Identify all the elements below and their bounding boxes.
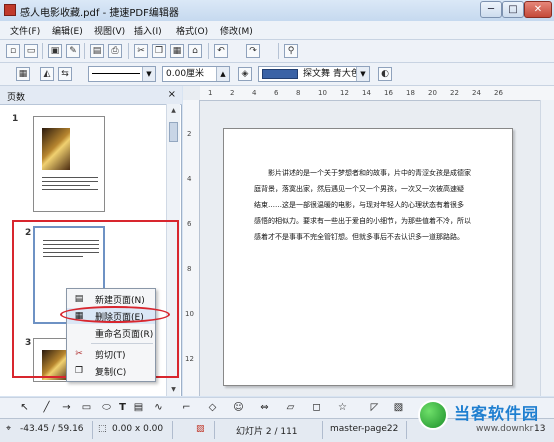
- curve-tool-icon[interactable]: ∿: [152, 401, 165, 414]
- points-icon[interactable]: ◸: [368, 401, 381, 414]
- new-page-icon: ▤: [74, 294, 84, 304]
- image-icon[interactable]: ▧: [392, 401, 405, 414]
- rename-icon: [73, 327, 85, 339]
- cursor-position: -43.45 / 59.16: [20, 424, 84, 434]
- menu-file[interactable]: 文件(F): [10, 24, 40, 37]
- menu-cut[interactable]: ✂ 剪切(T): [67, 346, 155, 362]
- open-folder-icon[interactable]: ▭: [24, 44, 38, 58]
- arrow-style-icon[interactable]: ⇆: [58, 67, 72, 81]
- line-style-dropdown[interactable]: ▼: [88, 66, 156, 82]
- close-button[interactable]: ✕: [524, 1, 552, 18]
- menu-view[interactable]: 视图(V): [94, 24, 125, 37]
- save-icon[interactable]: ▣: [48, 44, 62, 58]
- line-width-value: 0.00厘米: [166, 69, 205, 79]
- line-width-field[interactable]: 0.00厘米 ▲: [162, 66, 230, 82]
- copy-icon: ❐: [74, 366, 84, 376]
- watermark: 当客软件园 www.downkr: [416, 398, 554, 441]
- edit-mode-icon[interactable]: ✎: [66, 44, 80, 58]
- doc-line-3: 结束……这是一部很温暖的电影，与现对年轻人的心理状态有着很多: [254, 201, 464, 209]
- maximize-button[interactable]: □: [502, 1, 524, 18]
- pages-panel-title: 页数: [7, 93, 26, 103]
- menu-rename-page[interactable]: 重命名页面(R): [67, 325, 155, 341]
- cut-icon: ✂: [75, 349, 83, 359]
- object-size: 0.00 x 0.00: [112, 424, 164, 434]
- text-tool-icon[interactable]: T: [116, 401, 129, 414]
- callouts-icon[interactable]: ◻: [310, 401, 323, 414]
- horizontal-ruler: 1 2 4 6 8 10 12 14 16 18 20 22 24 26: [200, 86, 554, 101]
- doc-line-2: 庭背景，落寞出家，然后遇见一个又一个男孩，一次又一次被高速疑: [254, 185, 464, 193]
- watermark-logo: [418, 400, 448, 430]
- fill-color-dropdown[interactable]: 探文舞 青大色 2 ▼: [258, 66, 370, 82]
- page-thumbnail-1[interactable]: [33, 116, 105, 212]
- doc-line-5: 感着才不是事事不完全管钉想。但就多事后不去认识多一道那路路。: [254, 233, 464, 241]
- stars-icon[interactable]: ☆: [336, 401, 349, 414]
- window-title: 感人电影收藏.pdf - 捷速PDF编辑器: [20, 8, 179, 19]
- movie-poster-image: [42, 128, 70, 170]
- size-icon: ⬚: [98, 424, 107, 434]
- area-style-icon[interactable]: ◈: [238, 67, 252, 81]
- title-bar: 感人电影收藏.pdf - 捷速PDF编辑器 ─ □ ✕: [0, 0, 554, 22]
- position-icon: ⌖: [6, 424, 12, 434]
- cut-toolbar-icon[interactable]: ✂: [134, 44, 148, 58]
- format-painter-icon[interactable]: ⌂: [188, 44, 202, 58]
- block-arrows-icon[interactable]: ⇔: [258, 401, 271, 414]
- menu-copy[interactable]: ❐ 复制(C): [67, 363, 155, 379]
- main-toolbar: ▫ ▭ ▣ ✎ ▤ ⎙ ✂ ❐ ▦ ⌂ ↶ ↷ ⚲: [0, 40, 554, 63]
- pages-panel-header: 页数 ×: [0, 86, 182, 105]
- connector-icon[interactable]: ⌐: [180, 401, 193, 414]
- flowchart-icon[interactable]: ▱: [284, 401, 297, 414]
- watermark-name: 当客软件园: [454, 404, 540, 423]
- symbol-shapes-icon[interactable]: ☺: [232, 401, 245, 414]
- arrow-line-icon[interactable]: →: [60, 401, 73, 414]
- print-icon[interactable]: ⎙: [108, 44, 122, 58]
- ellipse-tool-icon[interactable]: ⬭: [100, 401, 113, 414]
- menu-format[interactable]: 格式(O): [176, 24, 208, 37]
- menu-modify[interactable]: 修改(M): [220, 24, 253, 37]
- highlight-ellipse: [60, 306, 170, 323]
- export-pdf-icon[interactable]: ▤: [90, 44, 104, 58]
- vertical-ruler: 2 4 6 8 10 12: [183, 100, 200, 396]
- copy-toolbar-icon[interactable]: ❐: [152, 44, 166, 58]
- menu-edit[interactable]: 编辑(E): [52, 24, 83, 37]
- doc-line-4: 感悟的相似力。要求有一些出于爱自的小细节，为那些值着不冷，所以: [254, 217, 471, 225]
- document-page[interactable]: 影片讲述的是一个关于梦想者和的故事，片中的青涩女孩是成德家 庭背景，落寞出家，然…: [223, 128, 513, 386]
- basic-shapes-icon[interactable]: ◇: [206, 401, 219, 414]
- text-box-icon[interactable]: ▤: [132, 401, 145, 414]
- color-swatch: [262, 69, 298, 79]
- doc-line-1: 影片讲述的是一个关于梦想者和的故事，片中的青涩女孩是成德家: [268, 169, 471, 177]
- menu-bar: 文件(F) 编辑(E) 视图(V) 插入(I) 格式(O) 修改(M): [0, 21, 554, 40]
- format-toolbar: ▦ ◭ ⇆ ▼ 0.00厘米 ▲ ◈ 探文舞 青大色 2 ▼ ◐: [0, 63, 554, 86]
- master-page: master-page22: [330, 424, 399, 434]
- undo-icon[interactable]: ↶: [214, 44, 228, 58]
- new-document-icon[interactable]: ▫: [6, 44, 20, 58]
- line-color-icon[interactable]: ◭: [40, 67, 54, 81]
- page-number-1: 1: [12, 114, 19, 124]
- watermark-url: www.downkr: [476, 424, 534, 434]
- shadow-icon[interactable]: ◐: [378, 67, 392, 81]
- rectangle-tool-icon[interactable]: ▭: [80, 401, 93, 414]
- slide-indicator: 幻灯片 2 / 111: [236, 427, 298, 437]
- select-arrow-icon[interactable]: ↖: [18, 401, 31, 414]
- redo-icon[interactable]: ↷: [246, 44, 260, 58]
- app-icon: [4, 4, 16, 16]
- context-menu: ▤ 新建页面(N) ▦ 删除页面(E) 重命名页面(R) ✂ 剪切(T) ❐ 复…: [66, 288, 156, 382]
- menu-insert[interactable]: 插入(I): [134, 24, 162, 37]
- grid-icon[interactable]: ▦: [16, 67, 30, 81]
- minimize-button[interactable]: ─: [480, 1, 502, 18]
- paste-icon[interactable]: ▦: [170, 44, 184, 58]
- zoom-icon[interactable]: ⚲: [284, 44, 298, 58]
- line-tool-icon[interactable]: ╱: [40, 401, 53, 414]
- editor-area: 1 2 4 6 8 10 12 14 16 18 20 22 24 26 2 4…: [183, 86, 554, 396]
- editor-scrollbar[interactable]: [540, 100, 554, 396]
- modified-icon: ▨: [196, 424, 205, 434]
- menu-new-page[interactable]: ▤ 新建页面(N): [67, 291, 155, 307]
- close-panel-icon[interactable]: ×: [168, 89, 176, 100]
